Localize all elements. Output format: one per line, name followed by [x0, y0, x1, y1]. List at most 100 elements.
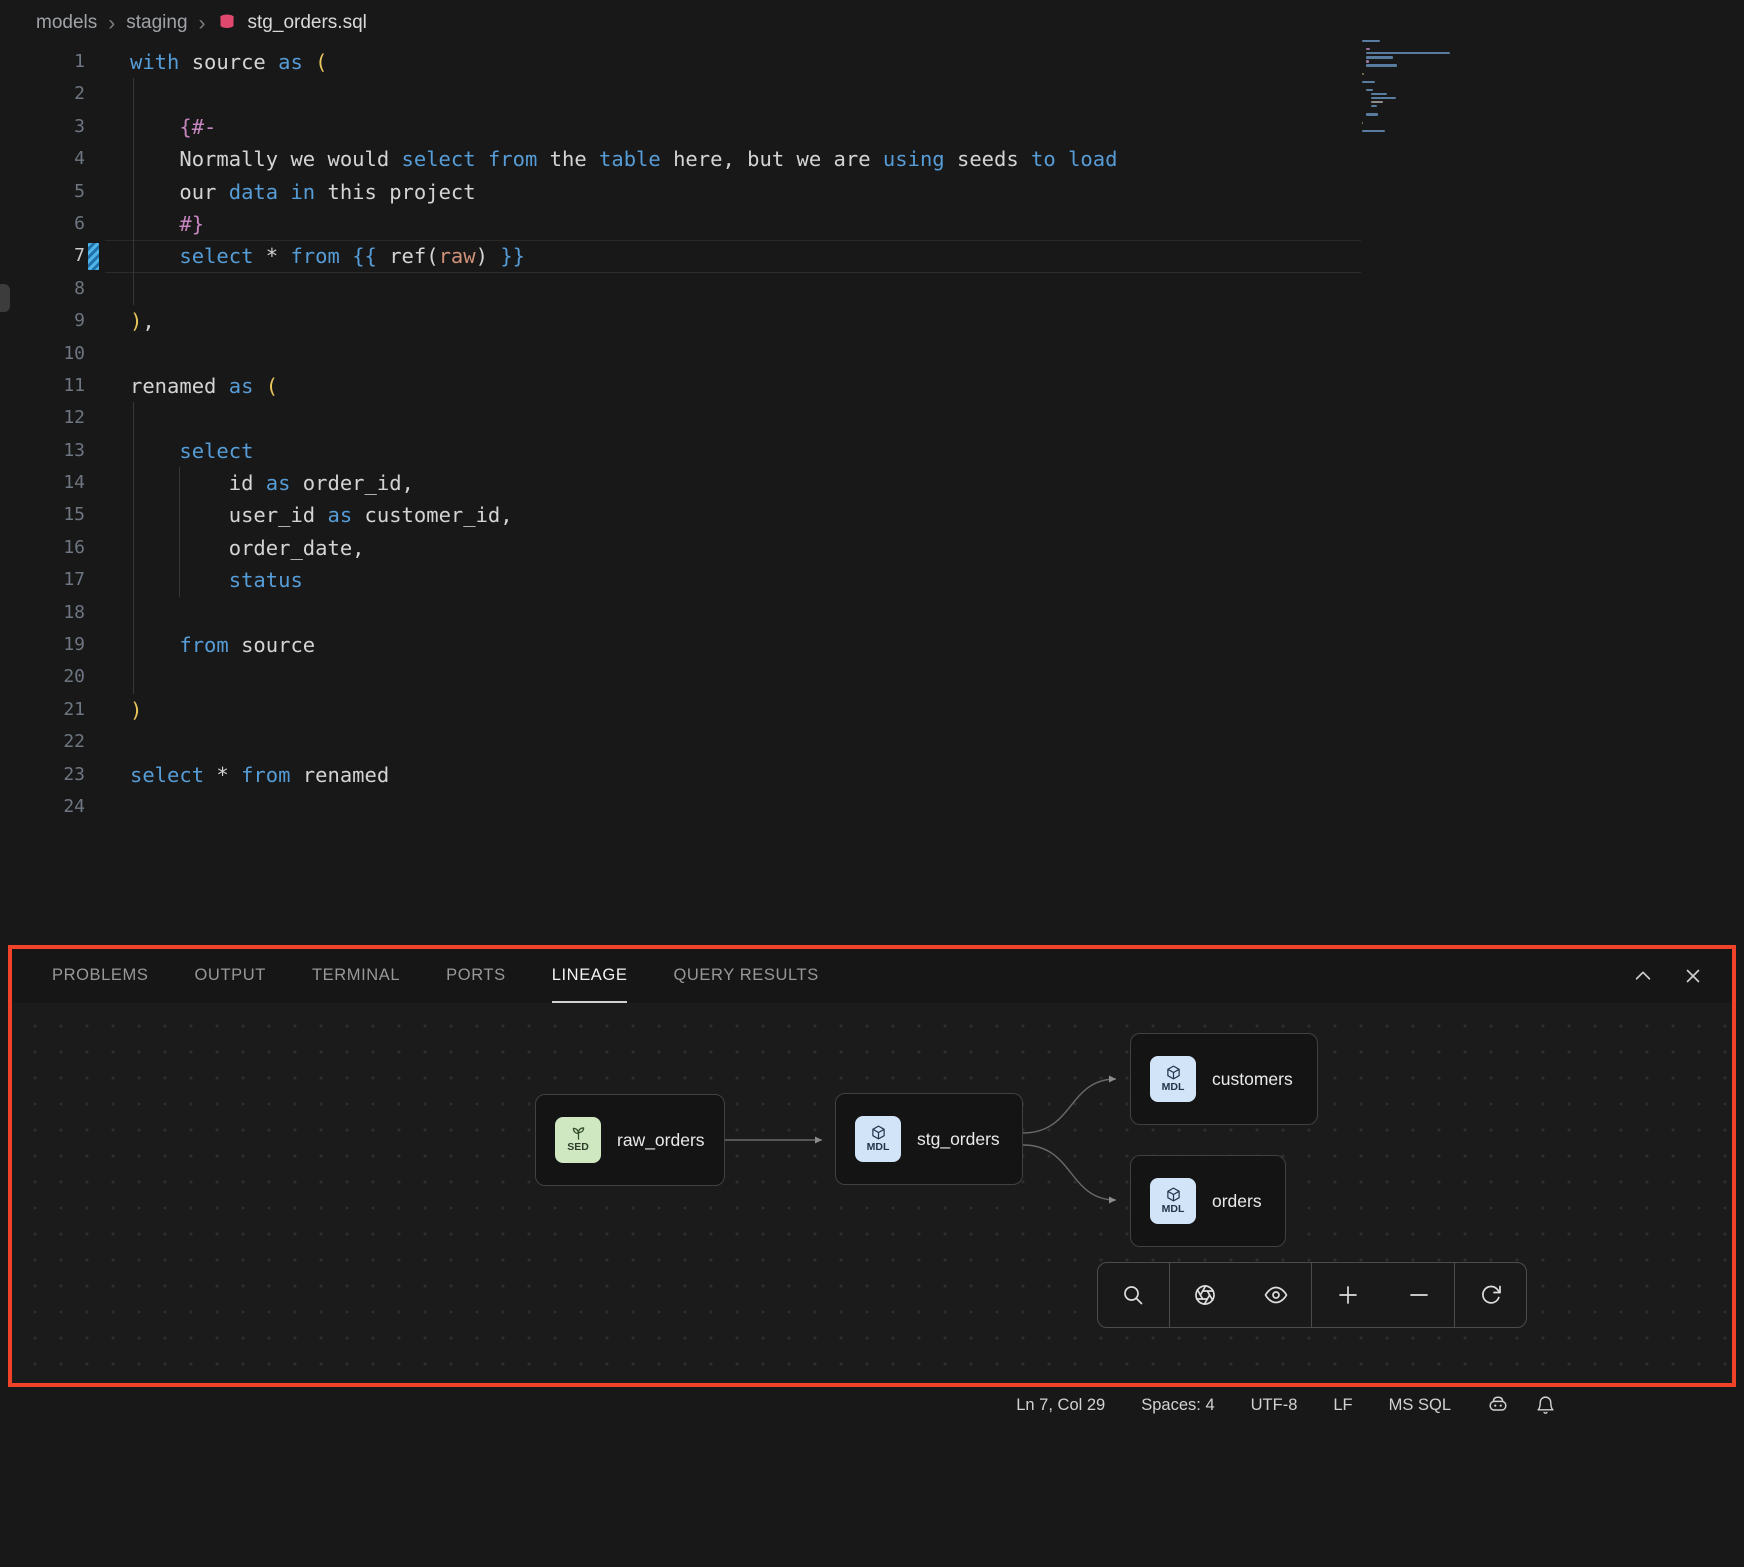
status-encoding[interactable]: UTF-8 — [1251, 1396, 1298, 1415]
panel-tab-terminal[interactable]: TERMINAL — [312, 949, 400, 1003]
code-line-4[interactable]: Normally we would select from the table … — [130, 143, 1744, 175]
aperture-button[interactable] — [1170, 1263, 1241, 1327]
code-line-16[interactable]: order_date, — [130, 532, 1744, 564]
line-number: 15 — [0, 499, 105, 531]
code-line-8[interactable] — [130, 273, 1744, 305]
minimap[interactable] — [1362, 40, 1527, 140]
code-line-18[interactable] — [130, 597, 1744, 629]
indent-guide — [179, 467, 180, 597]
line-number: 10 — [0, 338, 105, 370]
visibility-button[interactable] — [1241, 1263, 1313, 1327]
status-bar: Ln 7, Col 29 Spaces: 4 UTF-8 LF MS SQL — [0, 1389, 1744, 1421]
line-number: 12 — [0, 402, 105, 434]
lineage-node-stg-orders[interactable]: MDL stg_orders — [835, 1093, 1023, 1185]
code-lines[interactable]: with source as ( {#- Normally we would s… — [130, 46, 1744, 823]
breadcrumb-separator: › — [108, 13, 115, 34]
breadcrumb-file[interactable]: stg_orders.sql — [248, 12, 367, 34]
close-panel-button[interactable] — [1682, 965, 1704, 987]
breadcrumb-item-models[interactable]: models — [36, 12, 97, 34]
code-line-20[interactable] — [130, 661, 1744, 693]
breadcrumb-separator: › — [199, 13, 206, 34]
search-button[interactable] — [1098, 1263, 1170, 1327]
line-number: 13 — [0, 435, 105, 467]
copilot-icon[interactable] — [1487, 1394, 1509, 1416]
lineage-node-orders[interactable]: MDL orders — [1130, 1155, 1286, 1247]
node-label: orders — [1212, 1191, 1262, 1212]
model-icon: MDL — [1150, 1056, 1196, 1102]
node-label: stg_orders — [917, 1129, 1000, 1150]
line-number: 6 — [0, 208, 105, 240]
line-number: 23 — [0, 759, 105, 791]
model-icon: MDL — [1150, 1178, 1196, 1224]
badge-label: MDL — [867, 1141, 890, 1153]
line-number: 11 — [0, 370, 105, 402]
lineage-canvas[interactable]: SED raw_orders MDL stg_orders MDL — [12, 1003, 1732, 1383]
panel-tab-problems[interactable]: PROBLEMS — [52, 949, 149, 1003]
code-editor[interactable]: 123456789101112131415161718192021222324 … — [0, 46, 1744, 945]
line-number: 17 — [0, 564, 105, 596]
line-number: 22 — [0, 726, 105, 758]
code-line-12[interactable] — [130, 402, 1744, 434]
lineage-toolbar — [1097, 1262, 1527, 1328]
code-line-22[interactable] — [130, 726, 1744, 758]
status-eol[interactable]: LF — [1333, 1396, 1352, 1415]
code-line-7[interactable]: select * from {{ ref(raw) }} — [130, 240, 1744, 272]
code-line-10[interactable] — [130, 338, 1744, 370]
code-line-6[interactable]: #} — [130, 208, 1744, 240]
editor-gutter: 123456789101112131415161718192021222324 — [0, 46, 105, 823]
zoom-in-button[interactable] — [1312, 1263, 1383, 1327]
status-language-mode[interactable]: MS SQL — [1389, 1396, 1451, 1415]
code-line-13[interactable]: select — [130, 435, 1744, 467]
code-line-9[interactable]: ), — [130, 305, 1744, 337]
line-number: 21 — [0, 694, 105, 726]
panel-tab-query-results[interactable]: QUERY RESULTS — [673, 949, 818, 1003]
bottom-panel: PROBLEMS OUTPUT TERMINAL PORTS LINEAGE QUERY … — [12, 949, 1732, 1383]
code-line-19[interactable]: from source — [130, 629, 1744, 661]
code-line-21[interactable]: ) — [130, 694, 1744, 726]
panel-tab-output[interactable]: OUTPUT — [195, 949, 266, 1003]
line-number: 20 — [0, 661, 105, 693]
code-line-23[interactable]: select * from renamed — [130, 759, 1744, 791]
maximize-panel-button[interactable] — [1632, 965, 1654, 987]
line-number: 3 — [0, 111, 105, 143]
lineage-node-customers[interactable]: MDL customers — [1130, 1033, 1318, 1125]
line-number: 9 — [0, 305, 105, 337]
badge-label: MDL — [1162, 1081, 1185, 1093]
line-number: 24 — [0, 791, 105, 823]
line-number: 18 — [0, 597, 105, 629]
panel-tab-ports[interactable]: PORTS — [446, 949, 506, 1003]
left-edge-marker — [0, 284, 10, 312]
line-number: 19 — [0, 629, 105, 661]
line-number: 14 — [0, 467, 105, 499]
line-number: 8 — [0, 273, 105, 305]
code-line-14[interactable]: id as order_id, — [130, 467, 1744, 499]
line-number: 16 — [0, 532, 105, 564]
breadcrumb-item-staging[interactable]: staging — [126, 12, 187, 34]
lineage-node-raw-orders[interactable]: SED raw_orders — [535, 1094, 725, 1186]
model-icon: MDL — [855, 1116, 901, 1162]
code-line-5[interactable]: our data in this project — [130, 176, 1744, 208]
status-indentation[interactable]: Spaces: 4 — [1141, 1396, 1214, 1415]
indent-guide — [133, 78, 134, 305]
zoom-out-button[interactable] — [1383, 1263, 1455, 1327]
badge-label: SED — [567, 1141, 589, 1153]
panel-tabs: PROBLEMS OUTPUT TERMINAL PORTS LINEAGE QUERY … — [52, 949, 819, 1003]
code-line-24[interactable] — [130, 791, 1744, 823]
line-number: 1 — [0, 46, 105, 78]
notifications-bell-icon[interactable] — [1535, 1394, 1556, 1416]
panel-tab-lineage[interactable]: LINEAGE — [552, 949, 628, 1003]
refresh-button[interactable] — [1455, 1263, 1526, 1327]
code-line-15[interactable]: user_id as customer_id, — [130, 499, 1744, 531]
node-label: customers — [1212, 1069, 1293, 1090]
status-cursor-position[interactable]: Ln 7, Col 29 — [1016, 1396, 1105, 1415]
line-number: 5 — [0, 176, 105, 208]
node-label: raw_orders — [617, 1130, 705, 1151]
code-line-17[interactable]: status — [130, 564, 1744, 596]
seed-icon: SED — [555, 1117, 601, 1163]
line-number: 2 — [0, 78, 105, 110]
modified-line-marker — [88, 243, 99, 270]
line-number: 4 — [0, 143, 105, 175]
badge-label: MDL — [1162, 1203, 1185, 1215]
indent-guide — [133, 402, 134, 694]
code-line-11[interactable]: renamed as ( — [130, 370, 1744, 402]
